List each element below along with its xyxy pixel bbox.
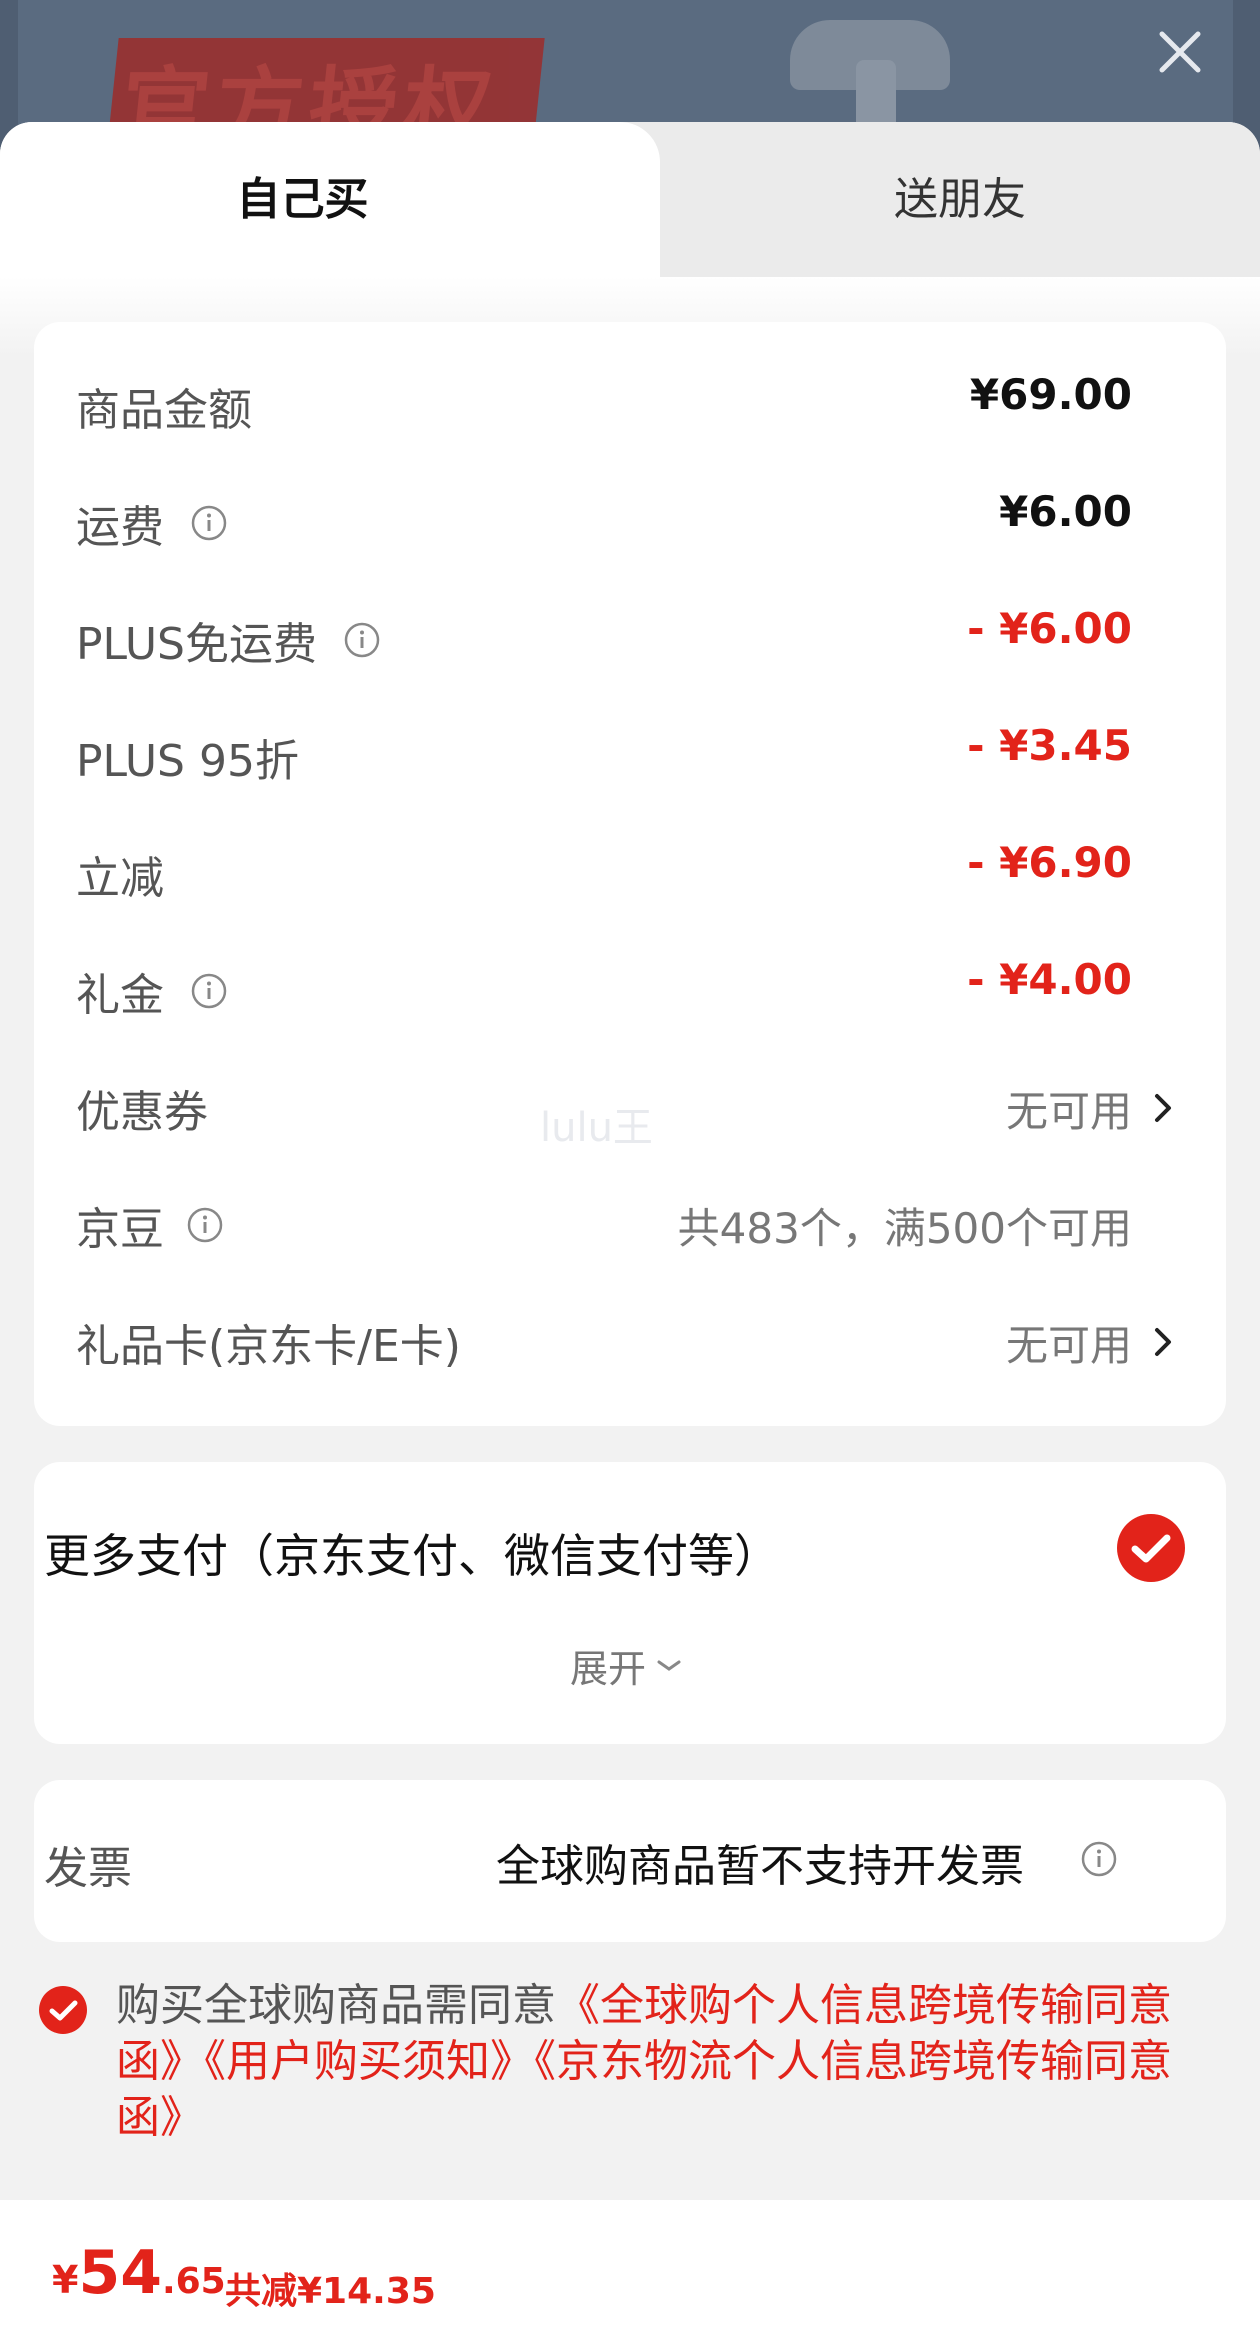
expand-button[interactable]: 展开 <box>570 1638 684 1693</box>
row-shipping: 运费 ¥6.00 <box>76 487 1178 553</box>
invoice-value: 全球购商品暂不支持开发票 <box>496 1841 1024 1892</box>
row-gift-card[interactable]: 礼品卡(京东卡/E卡) 无可用 <box>76 1312 1178 1372</box>
total-price: ¥54.65 <box>52 2238 226 2308</box>
row-instant-discount: 立减 - ¥6.90 <box>76 838 1178 904</box>
tab-gift-friend[interactable]: 送朋友 <box>660 122 1260 277</box>
invoice-label: 发票 <box>44 1843 132 1894</box>
close-button[interactable] <box>1150 22 1210 82</box>
chevron-right-icon[interactable] <box>1148 1088 1178 1128</box>
close-icon <box>1159 31 1201 73</box>
row-value: 无可用 <box>1005 1087 1132 1136</box>
price-integer: 54 <box>78 2238 162 2308</box>
info-icon[interactable] <box>186 1206 224 1244</box>
row-label: 商品金额 <box>76 385 252 436</box>
row-value: ¥69.00 <box>969 370 1132 419</box>
row-gift-money: 礼金 - ¥4.00 <box>76 955 1178 1021</box>
tab-bar: 自己买 送朋友 <box>0 122 1260 282</box>
row-value: 无可用 <box>1005 1321 1132 1370</box>
chevron-down-icon <box>657 1660 681 1671</box>
price-currency: ¥ <box>52 2258 79 2302</box>
row-goods-amount: 商品金额 ¥69.00 <box>76 370 1178 436</box>
chevron-right-icon[interactable] <box>1148 1322 1178 1362</box>
price-decimal: .65 <box>161 2261 226 2302</box>
agreement-prefix: 购买全球购商品需同意 <box>116 1980 556 2031</box>
payment-method-label[interactable]: 更多支付（京东支付、微信支付等） <box>44 1520 780 1586</box>
row-label: PLUS免运费 <box>76 619 317 670</box>
checkmark-circle-icon[interactable] <box>1116 1513 1186 1583</box>
watermark: lulu王 <box>540 1105 653 1151</box>
tab-self-buy-label[interactable]: 自己买 <box>0 122 605 277</box>
info-icon[interactable] <box>190 504 228 542</box>
agreement-checkbox[interactable] <box>38 1985 88 2035</box>
row-label: PLUS 95折 <box>76 736 299 787</box>
row-jingdou: 京豆 共483个，满500个可用 <box>76 1195 1178 1255</box>
row-label: 礼品卡(京东卡/E卡) <box>76 1321 461 1372</box>
agreement-text: 购买全球购商品需同意《全球购个人信息跨境传输同意函》《用户购买须知》《京东物流个… <box>116 1978 1176 2146</box>
link-purchase-notice[interactable]: 《用户购买须知》 <box>204 2036 534 2087</box>
row-value: - ¥4.00 <box>967 955 1132 1004</box>
row-plus-free-shipping: PLUS免运费 - ¥6.00 <box>76 604 1178 670</box>
row-value: 共483个，满500个可用 <box>677 1204 1132 1253</box>
info-icon[interactable] <box>343 621 381 659</box>
row-label: 礼金 <box>76 970 164 1021</box>
price-summary-card: 商品金额 ¥69.00 运费 ¥6.00 PLUS免运费 - ¥6.00 PLU… <box>34 322 1226 1426</box>
row-plus-discount: PLUS 95折 - ¥3.45 <box>76 721 1178 787</box>
info-icon[interactable] <box>190 972 228 1010</box>
row-value: - ¥6.00 <box>967 604 1132 653</box>
row-label: 京豆 <box>76 1204 164 1255</box>
row-label: 立减 <box>76 853 164 904</box>
row-value: - ¥6.90 <box>967 838 1132 887</box>
total-saved: 共减¥14.35 <box>225 2271 436 2312</box>
row-value: - ¥3.45 <box>967 721 1132 770</box>
expand-label: 展开 <box>570 1647 647 1691</box>
info-icon[interactable] <box>1080 1840 1118 1878</box>
row-label: 运费 <box>76 502 164 553</box>
row-label: 优惠券 <box>76 1087 208 1138</box>
row-value: ¥6.00 <box>999 487 1132 536</box>
payment-card[interactable] <box>34 1462 1226 1744</box>
